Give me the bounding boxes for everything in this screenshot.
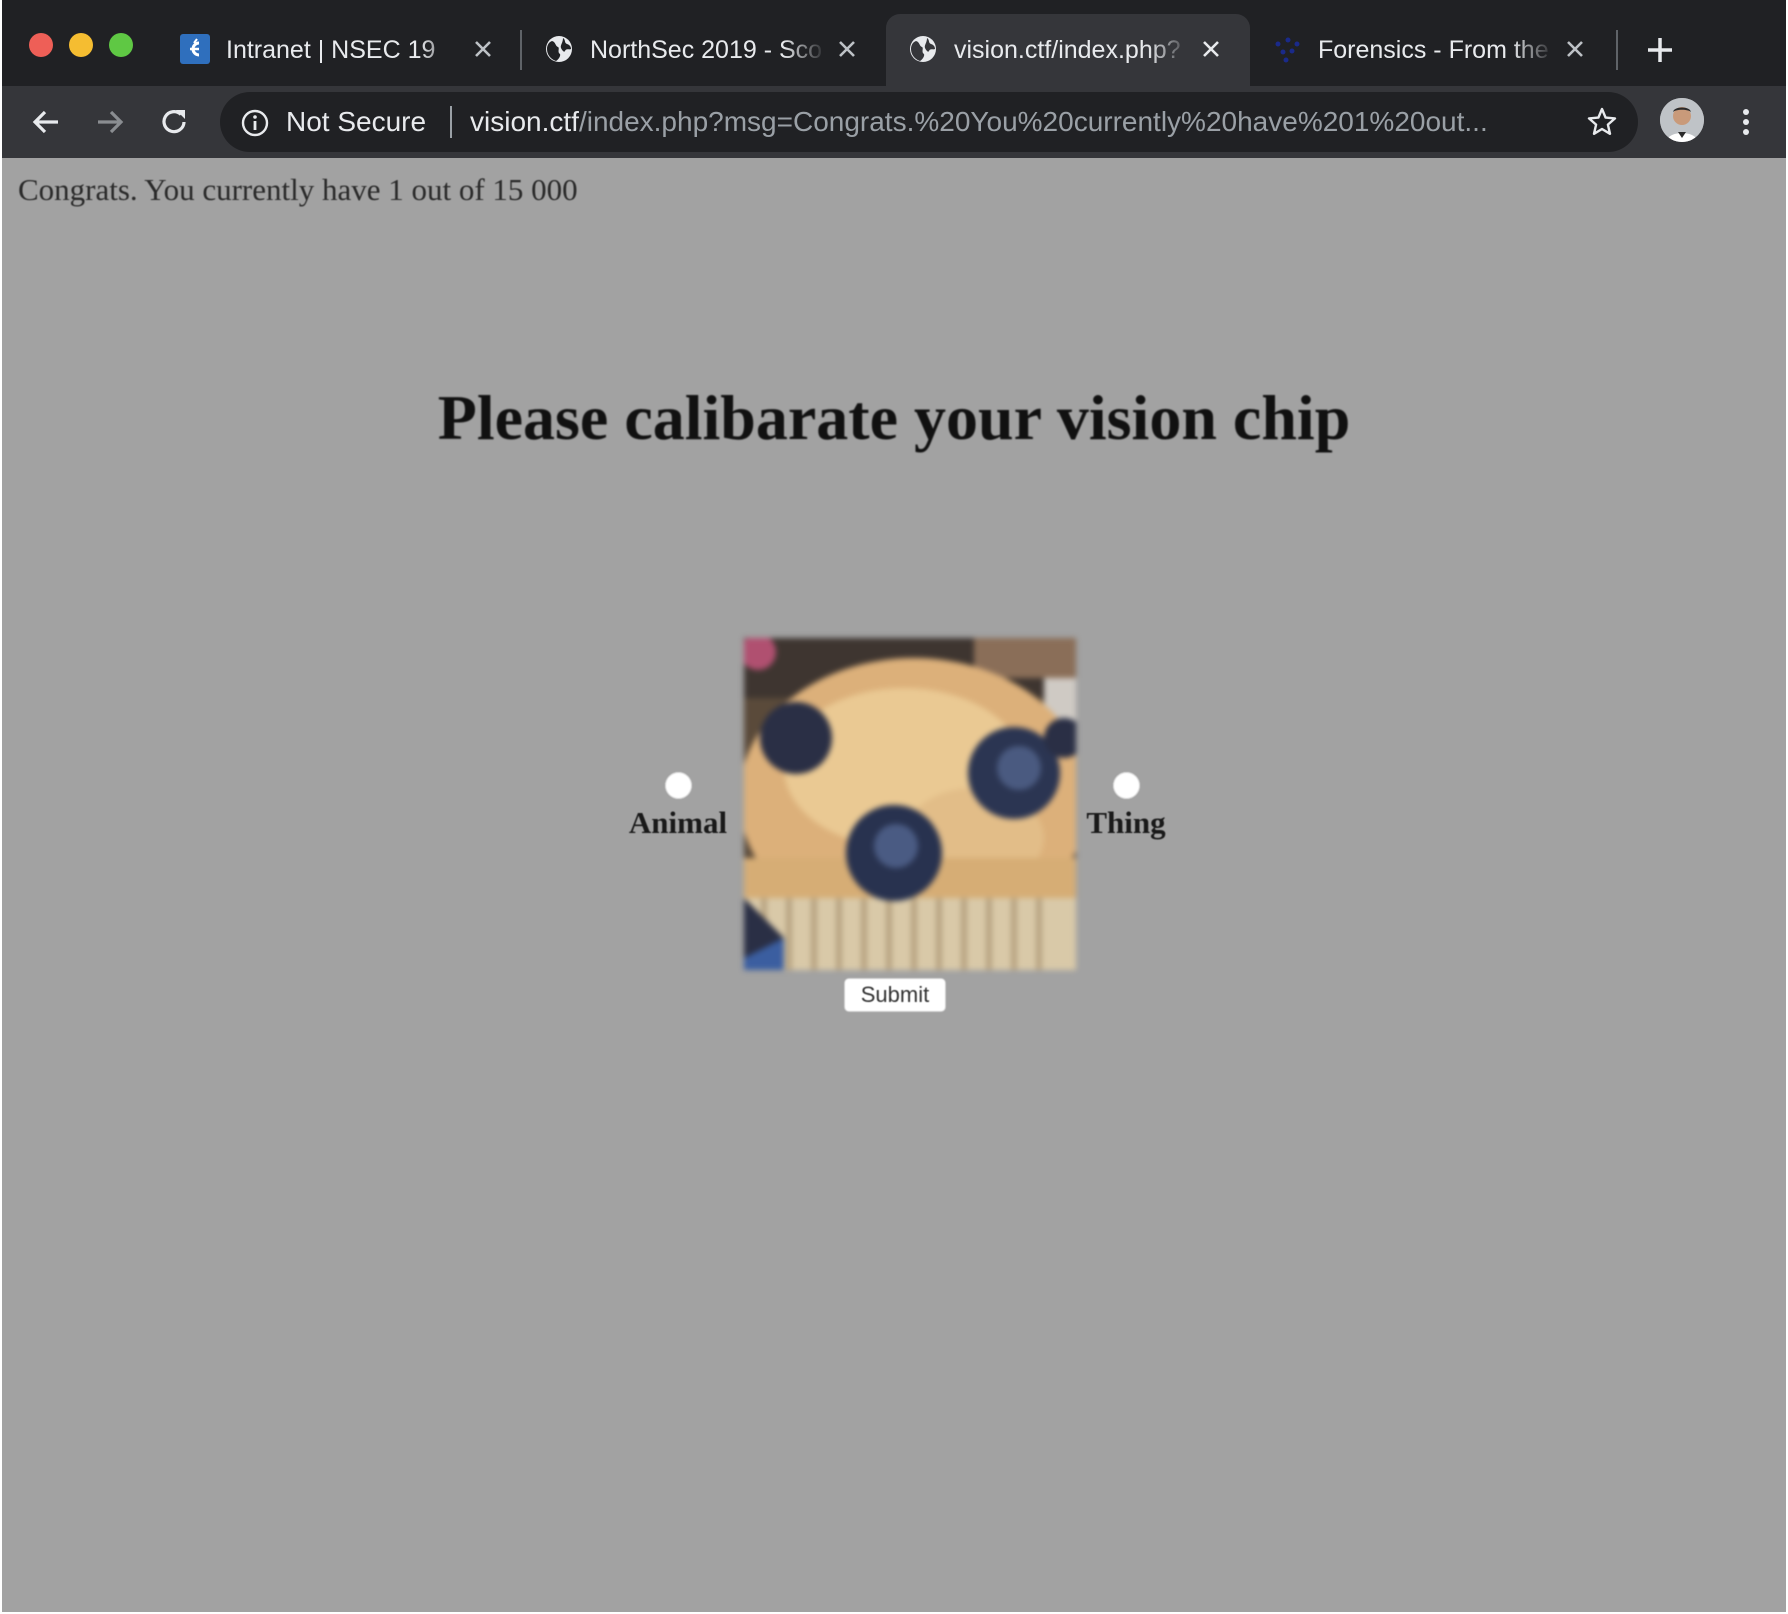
forward-arrow-icon[interactable] [92,104,128,140]
status-message: Congrats. You currently have 1 out of 15… [18,172,578,207]
tab-strip: Intranet | NSEC 19 NorthSec 2019 - Sco v… [2,0,1786,86]
menu-dots-icon[interactable] [1734,104,1758,140]
close-tab-icon[interactable] [1562,36,1588,62]
close-window-button[interactable] [29,33,53,57]
back-arrow-icon[interactable] [28,104,64,140]
tab-intranet[interactable]: Intranet | NSEC 19 [158,14,522,86]
browser-toolbar: Not Secure vision.ctf/index.php?msg=Cong… [2,86,1786,158]
address-bar[interactable]: Not Secure vision.ctf/index.php?msg=Cong… [220,92,1638,152]
maximize-window-button[interactable] [109,33,133,57]
option-thing[interactable]: Thing [1076,772,1176,841]
globe-icon [908,34,938,64]
option-label: Animal [628,805,728,840]
nsec-icon [180,34,210,64]
reload-icon[interactable] [156,104,192,140]
thing-radio[interactable] [1112,772,1140,799]
tab-forensics[interactable]: Forensics - From the [1250,14,1614,86]
globe-icon [544,34,574,64]
close-tab-icon[interactable] [834,36,860,62]
option-label: Thing [1086,805,1166,840]
url-text[interactable]: vision.ctf/index.php?msg=Congrats.%20You… [470,106,1550,138]
tab-title: Forensics - From the [1318,36,1549,64]
muffin-image [744,638,1076,970]
profile-avatar[interactable] [1660,98,1704,142]
close-tab-icon[interactable] [1198,36,1224,62]
info-icon[interactable] [240,108,270,138]
page-content: Congrats. You currently have 1 out of 15… [2,158,1786,1612]
dots-icon [1272,34,1302,64]
page-title: Please calibarate your vision chip [437,382,1351,453]
tab-title: vision.ctf/index.php? [954,36,1181,64]
new-tab-plus-icon[interactable] [1642,32,1678,68]
bookmark-star-icon[interactable] [1586,106,1618,138]
browser-window: Intranet | NSEC 19 NorthSec 2019 - Sco v… [2,0,1786,1612]
url-host: vision.ctf [470,106,579,137]
animal-radio[interactable] [664,772,692,799]
close-tab-icon[interactable] [470,36,496,62]
tab-title: NorthSec 2019 - Sco [590,36,823,64]
tab-separator [1616,30,1618,70]
minimize-window-button[interactable] [69,33,93,57]
tab-vision-ctf[interactable]: vision.ctf/index.php? [886,14,1250,86]
security-label[interactable]: Not Secure [286,106,426,138]
tab-northsec-scoreboard[interactable]: NorthSec 2019 - Sco [522,14,886,86]
address-separator [450,106,452,138]
url-path: /index.php?msg=Congrats.%20You%20current… [578,106,1488,137]
tab-title: Intranet | NSEC 19 [226,36,436,64]
option-animal[interactable]: Animal [622,772,734,841]
submit-button[interactable]: Submit [844,978,946,1012]
